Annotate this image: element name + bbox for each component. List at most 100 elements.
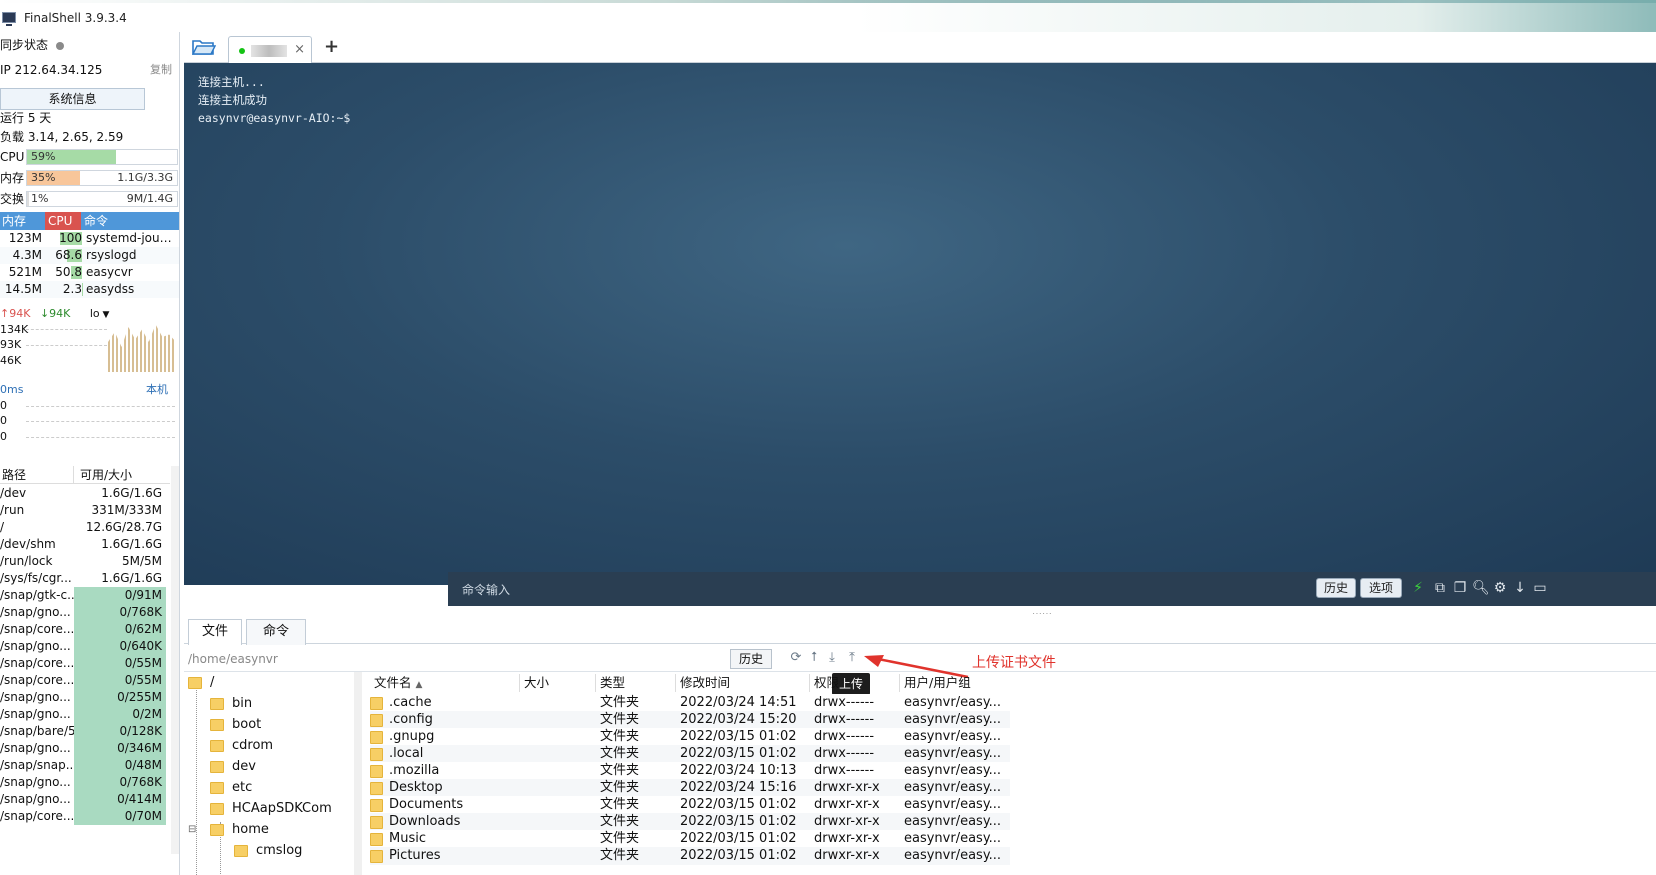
filesystem-row[interactable]: /dev/shm 1.6G/1.6G [0,536,170,553]
lightning-icon[interactable]: ⚡ [1410,580,1426,596]
filesystem-row[interactable]: /snap/core... 0/55M [0,672,170,689]
filesystem-row[interactable]: /snap/gno... 0/768K [0,604,170,621]
path-input[interactable] [188,649,728,669]
new-tab-button[interactable]: + [324,36,339,57]
process-row[interactable]: 4.3M 68.6 rsyslogd [0,247,179,264]
proc-col-mem[interactable]: 内存 [0,212,45,230]
tab-commands[interactable]: 命令 [246,619,306,645]
paste-icon[interactable]: ❐ [1452,580,1468,596]
command-history-button[interactable]: 历史 [1316,578,1356,598]
file-row[interactable]: Desktop 文件夹 2022/03/24 15:16 drwxr-xr-x … [370,779,1010,797]
file-row[interactable]: Downloads 文件夹 2022/03/15 01:02 drwxr-xr-… [370,813,1010,831]
command-options-button[interactable]: 选项 [1360,578,1402,598]
gear-icon[interactable]: ⚙ [1492,580,1508,596]
copy-ip-link[interactable]: 复制 [150,61,172,79]
filesystem-row[interactable]: /snap/core... 0/55M [0,655,170,672]
proc-col-cpu[interactable]: CPU [45,212,81,230]
fs-size: 0/346M [74,740,166,757]
tab-files[interactable]: 文件 [188,619,242,645]
filesystem-row[interactable]: /snap/gno... 0/414M [0,791,170,808]
process-row[interactable]: 521M 50.8 easycvr [0,264,179,281]
copy-icon[interactable]: ⧉ [1432,580,1448,596]
filesystem-row[interactable]: /snap/core... 0/62M [0,621,170,638]
filesystem-row[interactable]: /snap/gno... 0/255M [0,689,170,706]
col-filename[interactable]: 文件名 ▲ [370,674,520,692]
process-row[interactable]: 14.5M 2.3 easydss [0,281,179,298]
folder-icon [210,761,224,773]
tree-item-label: HCAapSDKCom [232,801,332,816]
filesystem-row[interactable]: /snap/bare/5 0/128K [0,723,170,740]
tree-item[interactable]: etc [210,777,252,799]
command-input[interactable]: 命令输入 [462,581,510,598]
col-type[interactable]: 类型 [596,674,676,692]
fs-col-path[interactable]: 路径 [0,466,74,483]
fs-size: 0/91M [74,587,166,604]
download-icon[interactable]: ⤓ [824,650,840,666]
tree-item[interactable]: cmslog [234,840,302,862]
filesystem-row[interactable]: /run 331M/333M [0,502,170,519]
filesystem-row[interactable]: /snap/snap... 0/48M [0,757,170,774]
file-type: 文件夹 [600,780,640,795]
col-size[interactable]: 大小 [520,674,596,692]
file-size [520,762,596,780]
tree-item[interactable]: boot [210,714,261,736]
proc-col-cmd[interactable]: 命令 [81,212,108,230]
filesystem-row[interactable]: /run/lock 5M/5M [0,553,170,570]
fs-path: /snap/gtk-c... [0,588,74,602]
open-folder-icon[interactable] [192,38,216,56]
col-permission[interactable]: 权限 [810,674,900,692]
tree-item[interactable]: dev [210,756,256,778]
tree-scrollbar[interactable] [354,672,362,875]
search-icon[interactable]: 🔍︎ [1472,580,1490,596]
chevron-down-icon[interactable]: ▼ [100,310,110,320]
filesystem-row[interactable]: /snap/gno... 0/346M [0,740,170,757]
file-row[interactable]: .mozilla 文件夹 2022/03/24 10:13 drwx------… [370,762,1010,780]
tree-item[interactable]: cdrom [210,735,273,757]
terminal-output[interactable]: 连接主机... 连接主机成功 easynvr@easynvr-AIO:~$ [184,63,1656,585]
fs-col-size[interactable]: 可用/大小 [74,466,132,483]
tree-item[interactable]: HCAapSDKCom [210,798,332,820]
filesystem-row[interactable]: /snap/gno... 0/768K [0,774,170,791]
file-modified: 2022/03/24 10:13 [680,763,797,778]
parent-dir-icon[interactable]: ⭡ [806,650,822,666]
col-owner[interactable]: 用户/用户组 [900,674,1010,692]
filesystem-row[interactable]: /dev 1.6G/1.6G [0,485,170,502]
filesystem-row[interactable]: /snap/gtk-c... 0/91M [0,587,170,604]
file-row[interactable]: .config 文件夹 2022/03/24 15:20 drwx------ … [370,711,1010,729]
path-history-button[interactable]: 历史 [730,649,772,669]
maximize-icon[interactable]: ▭ [1532,580,1548,596]
system-info-button[interactable]: 系统信息 [0,88,145,110]
fs-path: /snap/gno... [0,639,71,653]
tree-item[interactable]: ⊟ home [188,819,269,841]
latency-host[interactable]: 本机 [146,381,168,399]
file-row[interactable]: Pictures 文件夹 2022/03/15 01:02 drwxr-xr-x… [370,847,1010,865]
filesystem-row[interactable]: /snap/core... 0/70M [0,808,170,825]
session-tab[interactable]: × [228,36,312,63]
tree-item-label: dev [232,759,256,774]
refresh-icon[interactable]: ⟳ [788,650,804,666]
title-bar: FinalShell 3.9.3.4 [0,0,1656,32]
filesystem-row[interactable]: /sys/fs/cgr... 1.6G/1.6G [0,570,170,587]
scroll-down-icon[interactable]: ↓ [1512,580,1528,596]
terminal-line: 连接主机成功 [198,93,267,107]
fs-size: 12.6G/28.7G [85,520,162,534]
collapse-icon[interactable]: ⊟ [188,819,196,841]
net-interface-select[interactable]: lo [90,307,100,320]
tree-item[interactable]: bin [210,693,252,715]
sidebar-scrollbar[interactable] [171,466,179,854]
filesystem-row[interactable]: / 12.6G/28.7G [0,519,170,536]
close-tab-icon[interactable]: × [294,42,305,57]
file-row[interactable]: Documents 文件夹 2022/03/15 01:02 drwxr-xr-… [370,796,1010,814]
filesystem-row[interactable]: /snap/gno... 0/2M [0,706,170,723]
filesystem-row[interactable]: /snap/gno... 0/640K [0,638,170,655]
file-modified: 2022/03/24 15:20 [680,712,797,727]
swap-percent: 1% [31,192,49,205]
file-row[interactable]: .cache 文件夹 2022/03/24 14:51 drwx------ e… [370,694,1010,712]
file-row[interactable]: Music 文件夹 2022/03/15 01:02 drwxr-xr-x ea… [370,830,1010,848]
tree-item[interactable]: / [188,672,214,694]
col-modified[interactable]: 修改时间 [676,674,810,692]
process-row[interactable]: 123M 100 systemd-journ... [0,230,179,247]
upload-icon[interactable]: ⤒ [844,650,860,666]
file-row[interactable]: .local 文件夹 2022/03/15 01:02 drwx------ e… [370,745,1010,763]
file-row[interactable]: .gnupg 文件夹 2022/03/15 01:02 drwx------ e… [370,728,1010,746]
